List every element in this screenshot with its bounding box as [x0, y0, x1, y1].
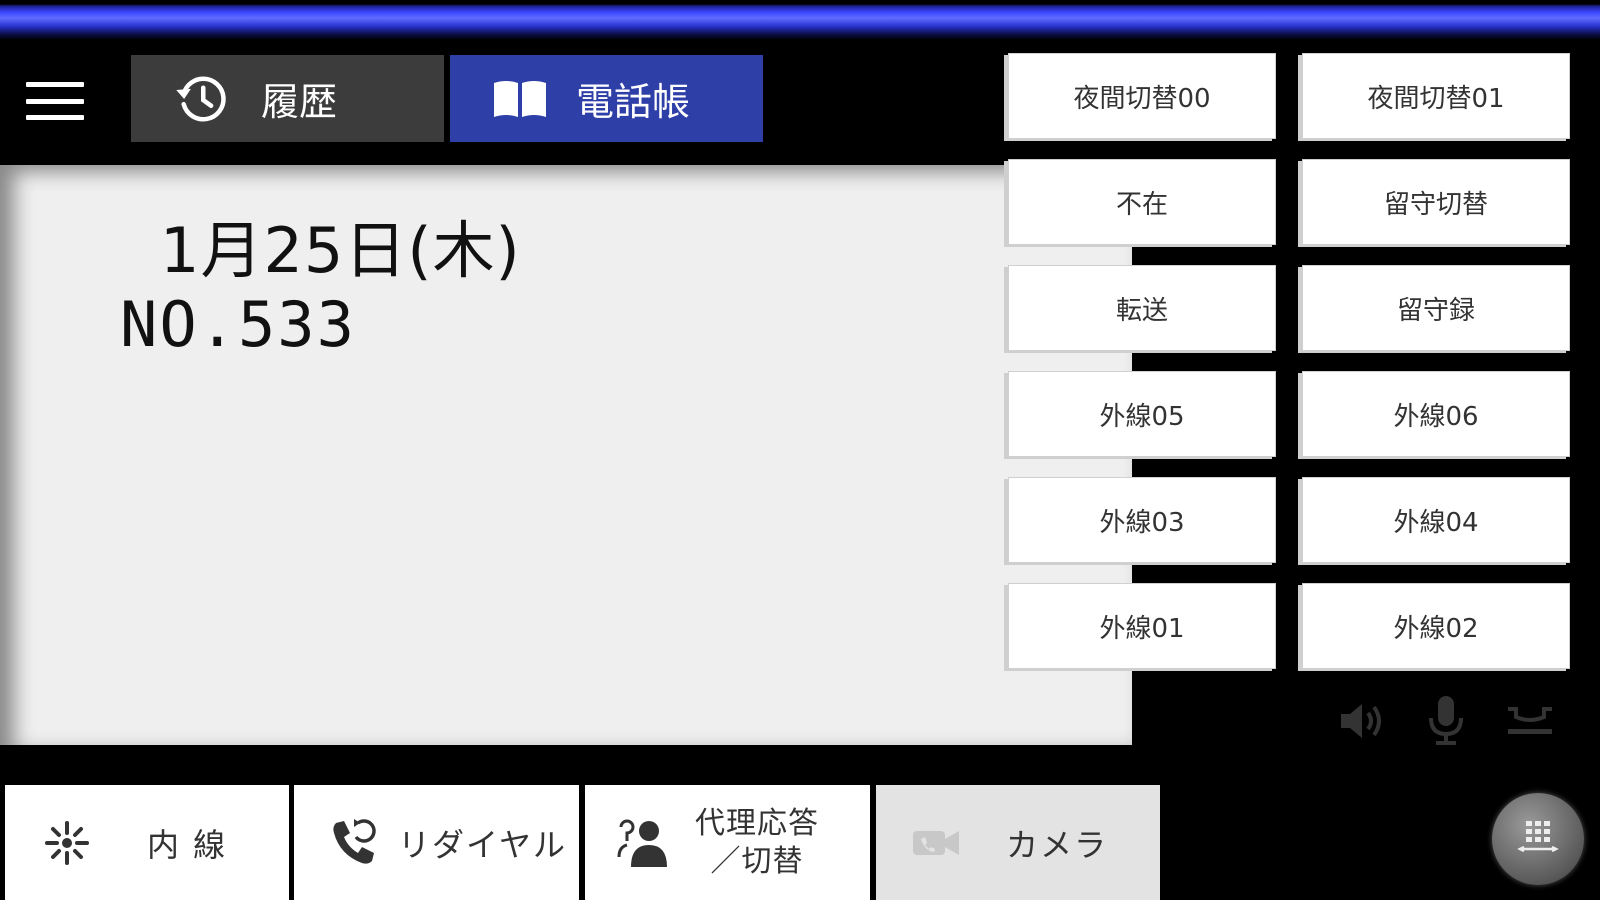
key-line-01[interactable]: 外線01 — [1008, 583, 1276, 669]
extension-button[interactable]: 内 線 — [5, 785, 289, 900]
key-line-02[interactable]: 外線02 — [1302, 583, 1570, 669]
dialpad-button[interactable] — [1492, 793, 1584, 885]
camera-label: カメラ — [1006, 825, 1109, 864]
history-icon — [171, 69, 231, 129]
key-transfer[interactable]: 転送 — [1008, 265, 1276, 351]
proxy-answer-label: 代理応答 ／切替 — [695, 805, 819, 879]
key-line-03[interactable]: 外線03 — [1008, 477, 1276, 563]
book-icon — [490, 69, 550, 129]
key-line-05[interactable]: 外線05 — [1008, 371, 1276, 457]
proxy-answer-icon — [615, 813, 675, 873]
tab-history-label: 履歴 — [261, 80, 338, 124]
key-answering-switch[interactable]: 留守切替 — [1302, 159, 1570, 245]
key-line-04[interactable]: 外線04 — [1302, 477, 1570, 563]
menu-button[interactable] — [24, 76, 86, 126]
key-line-06[interactable]: 外線06 — [1302, 371, 1570, 457]
camera-icon — [906, 813, 966, 873]
tab-history[interactable]: 履歴 — [131, 55, 444, 142]
extension-label: 内 線 — [147, 825, 228, 864]
dialpad-icon — [1516, 815, 1560, 863]
tab-phonebook[interactable]: 電話帳 — [450, 55, 763, 142]
top-accent-bar — [0, 0, 1600, 42]
key-night-switch-00[interactable]: 夜間切替00 — [1008, 53, 1276, 139]
proxy-answer-button[interactable]: 代理応答 ／切替 — [585, 785, 870, 900]
call-number-display: NO.533 — [120, 288, 356, 361]
key-absent[interactable]: 不在 — [1008, 159, 1276, 245]
date-display: 1月25日(木) — [160, 214, 521, 287]
key-answering-record[interactable]: 留守録 — [1302, 265, 1570, 351]
key-night-switch-01[interactable]: 夜間切替01 — [1302, 53, 1570, 139]
redial-label: リダイヤル — [398, 825, 568, 864]
redial-icon — [324, 813, 384, 873]
camera-button[interactable]: カメラ — [876, 785, 1160, 900]
extension-icon — [37, 813, 97, 873]
microphone-icon[interactable] — [1418, 693, 1474, 749]
speaker-icon[interactable] — [1334, 693, 1390, 749]
handset-icon[interactable] — [1502, 693, 1558, 749]
redial-button[interactable]: リダイヤル — [294, 785, 579, 900]
tab-phonebook-label: 電話帳 — [576, 80, 691, 124]
hamburger-icon — [26, 82, 84, 87]
